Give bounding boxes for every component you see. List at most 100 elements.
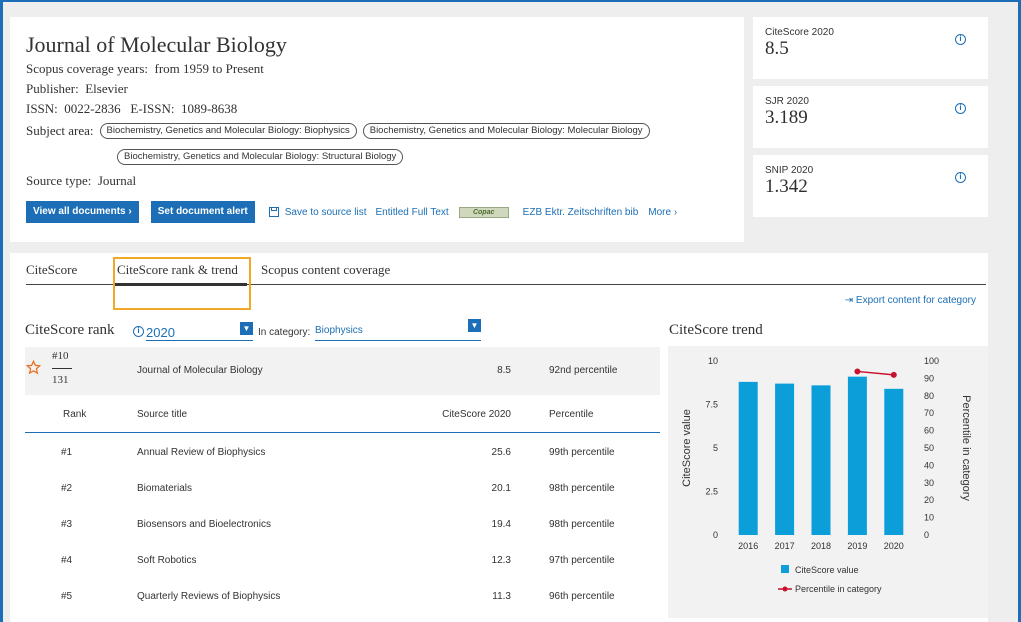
y2-tick-label: 30 bbox=[924, 478, 934, 488]
legend-marker-percentile bbox=[782, 586, 788, 592]
table-row: #4 Soft Robotics 12.3 97th percentile bbox=[25, 541, 660, 577]
row-rank: #5 bbox=[61, 591, 73, 602]
rank-total: 131 bbox=[52, 374, 69, 386]
percentile-line bbox=[857, 370, 894, 376]
subject-chip-molecular-biology[interactable]: Biochemistry, Genetics and Molecular Bio… bbox=[362, 123, 650, 139]
star-outline-icon[interactable] bbox=[26, 360, 41, 375]
tab-scopus-content-coverage[interactable]: Scopus content coverage bbox=[261, 261, 390, 279]
info-icon[interactable]: i bbox=[955, 103, 966, 114]
metric-card-citescore: CiteScore 2020 8.5 i bbox=[753, 17, 988, 79]
more-link[interactable]: More › bbox=[648, 207, 677, 218]
info-icon[interactable]: i bbox=[955, 34, 966, 45]
export-content-label: Export content for category bbox=[855, 295, 976, 306]
citescore-bar bbox=[811, 385, 831, 535]
coverage-value: from 1959 to Present bbox=[154, 61, 264, 76]
y2-tick-label: 90 bbox=[924, 373, 934, 383]
legend-label-percentile: Percentile in category bbox=[795, 584, 882, 594]
category-select[interactable]: Biophysics ▼ bbox=[315, 319, 481, 341]
y2-tick-label: 50 bbox=[924, 443, 934, 453]
export-content-link[interactable]: ⇥ Export content for category bbox=[845, 295, 976, 306]
subject-chip-biophysics[interactable]: Biochemistry, Genetics and Molecular Bio… bbox=[99, 123, 357, 139]
rank-table-header: Rank Source title CiteScore 2020 Percent… bbox=[25, 397, 660, 433]
subject-row-2: Biochemistry, Genetics and Molecular Bio… bbox=[117, 146, 729, 165]
x-tick-label: 2017 bbox=[775, 541, 795, 551]
year-select[interactable]: 2020 ▼ bbox=[146, 322, 253, 341]
row-percentile: 98th percentile bbox=[549, 519, 615, 530]
set-document-alert-button[interactable]: Set document alert bbox=[150, 201, 255, 223]
highlight-box bbox=[113, 257, 251, 310]
tab-bar: CiteScore CiteScore rank & trend Scopus … bbox=[26, 257, 986, 310]
save-icon bbox=[268, 207, 279, 217]
source-info-card: Journal of Molecular Biology Scopus cove… bbox=[10, 17, 744, 242]
coverage-line: Scopus coverage years: from 1959 to Pres… bbox=[26, 59, 729, 79]
y2-tick-label: 80 bbox=[924, 391, 934, 401]
citescore-bar bbox=[847, 376, 867, 535]
save-to-source-list-link[interactable]: Save to source list bbox=[268, 206, 367, 218]
issn-value: 0022-2836 bbox=[64, 101, 121, 116]
publisher-label: Publisher: bbox=[26, 81, 79, 96]
window-frame-left bbox=[0, 0, 3, 622]
metric-value: 8.5 bbox=[765, 38, 789, 59]
y-tick-label: 0 bbox=[713, 530, 718, 540]
table-row: #2 Biomaterials 20.1 98th percentile bbox=[25, 469, 660, 505]
tab-citescore[interactable]: CiteScore bbox=[26, 261, 77, 279]
y-axis-label: CiteScore value bbox=[681, 409, 693, 487]
row-percentile: 99th percentile bbox=[549, 447, 615, 458]
info-icon[interactable]: i bbox=[133, 326, 144, 337]
row-source-title[interactable]: Annual Review of Biophysics bbox=[137, 447, 265, 458]
y2-tick-label: 60 bbox=[924, 426, 934, 436]
window-frame-top bbox=[0, 0, 1021, 2]
journal-title: Journal of Molecular Biology bbox=[26, 32, 287, 57]
subject-chip-structural-biology[interactable]: Biochemistry, Genetics and Molecular Bio… bbox=[117, 149, 404, 165]
copac-link[interactable]: Copac bbox=[458, 206, 509, 218]
y2-tick-label: 100 bbox=[924, 356, 939, 366]
row-source-title[interactable]: Quarterly Reviews of Biophysics bbox=[137, 591, 280, 602]
metric-card-sjr: SJR 2020 3.189 i bbox=[753, 86, 988, 148]
action-bar: View all documents › Set document alert … bbox=[26, 201, 729, 223]
metric-label: CiteScore 2020 bbox=[765, 27, 834, 38]
source-type-label: Source type: bbox=[26, 173, 92, 188]
metric-label: SJR 2020 bbox=[765, 96, 809, 107]
metric-label: SNIP 2020 bbox=[765, 165, 814, 176]
year-select-value: 2020 bbox=[146, 325, 175, 340]
y-tick-label: 2.5 bbox=[705, 487, 718, 497]
row-source-title[interactable]: Soft Robotics bbox=[137, 555, 196, 566]
table-row: #1 Annual Review of Biophysics 25.6 99th… bbox=[25, 433, 660, 469]
save-to-source-list-label: Save to source list bbox=[284, 206, 367, 218]
citescore-trend-chart: 0 2.5 5 7.5 10 0 10 20 30 40 50 60 70 80 90 100 CiteScor… bbox=[668, 346, 988, 618]
citescore-bar bbox=[884, 388, 904, 535]
citescore-bar bbox=[775, 383, 795, 535]
row-source-title[interactable]: Biosensors and Bioelectronics bbox=[137, 519, 271, 530]
current-rank: #10 bbox=[52, 350, 69, 362]
eissn-value: 1089-8638 bbox=[180, 101, 238, 116]
y2-tick-label: 10 bbox=[924, 513, 934, 523]
issn-label: ISSN: bbox=[26, 101, 58, 116]
y2-tick-label: 0 bbox=[924, 530, 929, 540]
entitled-full-text-link[interactable]: Entitled Full Text bbox=[375, 207, 448, 218]
ezb-link[interactable]: EZB Ektr. Zeitschriften bib bbox=[523, 207, 639, 218]
row-rank: #3 bbox=[61, 519, 73, 530]
metric-card-snip: SNIP 2020 1.342 i bbox=[753, 155, 988, 217]
x-tick-label: 2018 bbox=[811, 541, 831, 551]
citescore-panel: CiteScore CiteScore rank & trend Scopus … bbox=[10, 253, 988, 622]
table-row: #5 Quarterly Reviews of Biophysics 11.3 … bbox=[25, 577, 660, 613]
row-percentile: 97th percentile bbox=[549, 555, 615, 566]
row-citescore: 12.3 bbox=[491, 555, 511, 566]
subject-label: Subject area: bbox=[26, 123, 94, 138]
trend-chart-svg: 02.557.5100102030405060708090100CiteScor… bbox=[681, 356, 972, 594]
publisher-value: Elsevier bbox=[85, 81, 128, 96]
row-citescore: 20.1 bbox=[491, 483, 511, 494]
rank-divider bbox=[52, 368, 72, 369]
row-source-title[interactable]: Biomaterials bbox=[137, 483, 192, 494]
chevron-down-icon[interactable]: ▼ bbox=[240, 322, 253, 335]
row-rank: #1 bbox=[61, 447, 73, 458]
row-rank: #4 bbox=[61, 555, 73, 566]
view-all-documents-button[interactable]: View all documents › bbox=[26, 201, 139, 223]
x-tick-label: 2016 bbox=[738, 541, 758, 551]
info-icon[interactable]: i bbox=[955, 172, 966, 183]
category-label: In category: bbox=[258, 327, 311, 338]
chevron-down-icon[interactable]: ▼ bbox=[468, 319, 481, 332]
coverage-label: Scopus coverage years: bbox=[26, 61, 149, 76]
row-citescore: 25.6 bbox=[491, 447, 511, 458]
metric-value: 1.342 bbox=[765, 176, 808, 197]
